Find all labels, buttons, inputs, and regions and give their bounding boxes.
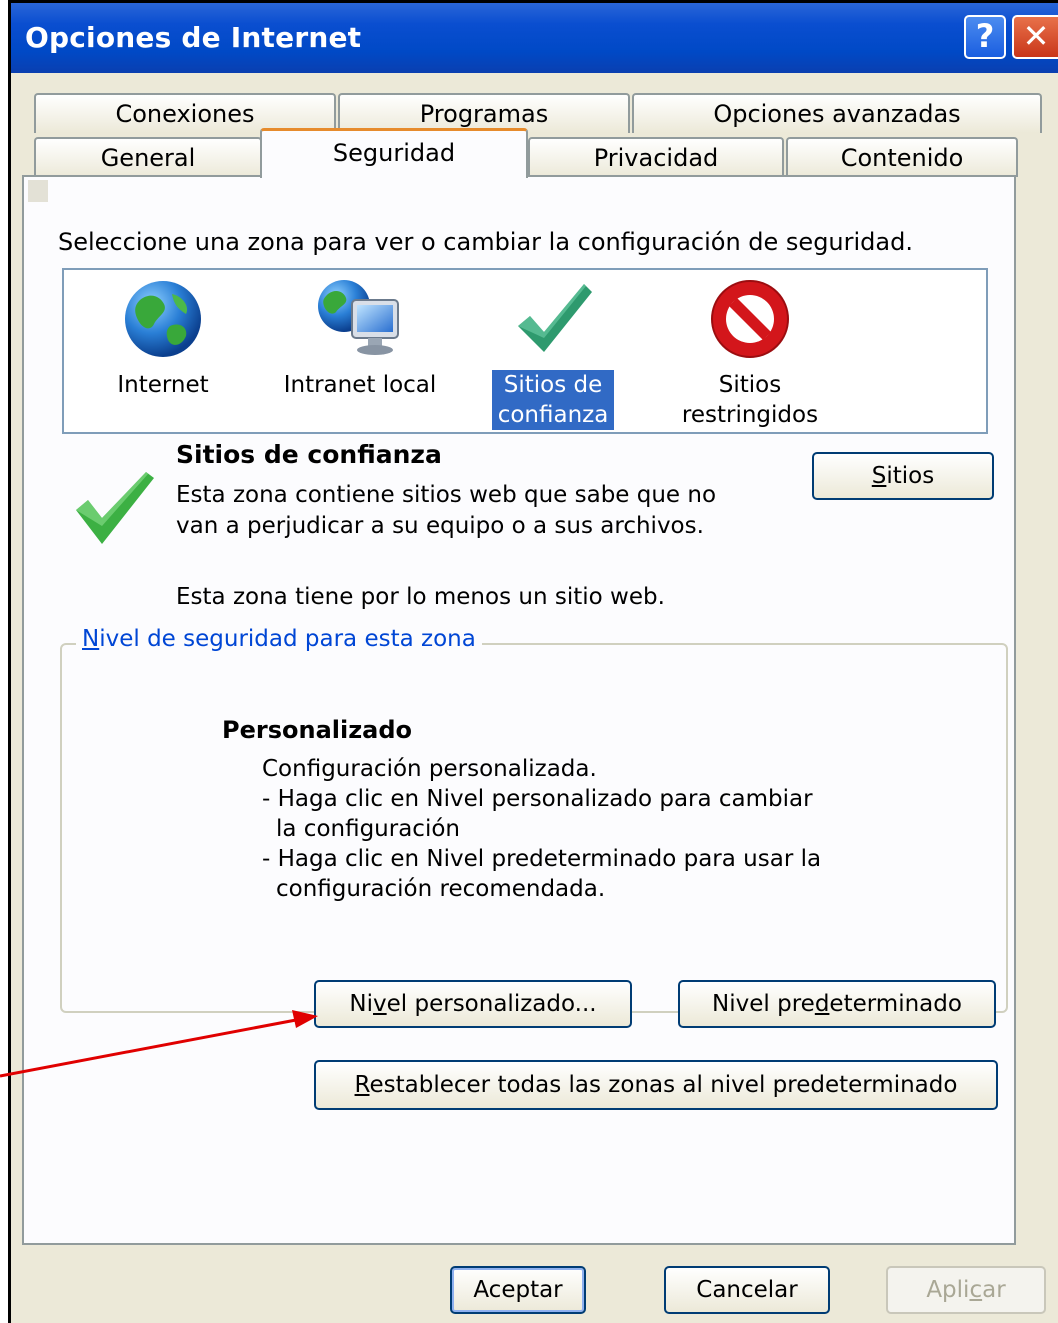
zone-intranet-local[interactable]: Intranet local <box>270 276 450 400</box>
security-level-legend: Nivel de seguridad para esta zona <box>76 626 482 652</box>
zone-restricted-label-line1: Sitios <box>718 372 782 398</box>
reset-text-post: establecer todas las zonas al nivel pred… <box>369 1072 958 1098</box>
reset-all-zones-button[interactable]: Restablecer todas las zonas al nivel pre… <box>314 1060 998 1110</box>
sites-button-text-post: itios <box>886 463 935 489</box>
security-level-title: Personalizado <box>222 716 413 744</box>
help-icon: ? <box>975 17 995 55</box>
tab-seguridad[interactable]: Seguridad <box>260 128 528 178</box>
zone-trusted-label: Sitios de confianza <box>491 370 615 430</box>
tab-general[interactable]: General <box>34 137 262 177</box>
zone-trusted-label-line2: confianza <box>497 402 609 428</box>
selected-zone-site-count: Esta zona tiene por lo menos un sitio we… <box>176 584 665 610</box>
default-level-accel: d <box>814 991 830 1017</box>
zone-instruction: Seleccione una zona para ver o cambiar l… <box>58 228 913 256</box>
custom-level-accel: v <box>373 991 387 1017</box>
level-description-line: configuración recomendada. <box>276 876 606 902</box>
apply-accel: c <box>969 1277 983 1303</box>
focus-indicator <box>28 180 48 202</box>
ok-button[interactable]: Aceptar <box>450 1266 586 1314</box>
zone-internet[interactable]: Internet <box>98 276 228 400</box>
level-description-line: - Haga clic en Nivel predeterminado para… <box>262 846 822 872</box>
tab-opciones-avanzadas[interactable]: Opciones avanzadas <box>632 93 1042 133</box>
tab-conexiones[interactable]: Conexiones <box>34 93 336 133</box>
tab-privacidad[interactable]: Privacidad <box>528 137 784 177</box>
close-icon: ✕ <box>1022 17 1050 55</box>
security-level-group <box>60 643 1008 1013</box>
trusted-zone-check-icon <box>76 472 154 544</box>
apply-text-post: ar <box>982 1277 1006 1303</box>
level-description-line: - Haga clic en Nivel personalizado para … <box>262 786 813 812</box>
level-description-line: la configuración <box>276 816 460 842</box>
zone-intranet-label: Intranet local <box>283 372 437 398</box>
custom-level-text-pre: Ni <box>349 991 374 1017</box>
zone-sitios-restringidos[interactable]: Sitios restringidos <box>670 276 830 430</box>
selected-zone-title: Sitios de confianza <box>176 440 442 469</box>
window-title: Opciones de Internet <box>25 21 362 54</box>
apply-button[interactable]: Aplicar <box>886 1266 1046 1314</box>
sites-button-accel: S <box>871 463 887 489</box>
default-level-text-pre: Nivel pre <box>712 991 815 1017</box>
apply-text-pre: Apli <box>926 1277 970 1303</box>
intranet-globe-monitor-icon <box>318 280 399 355</box>
zone-internet-label: Internet <box>117 372 209 398</box>
cancel-button[interactable]: Cancelar <box>664 1266 830 1314</box>
zone-sitios-de-confianza[interactable]: Sitios de confianza <box>484 276 622 430</box>
globe-icon <box>125 281 201 357</box>
close-button[interactable]: ✕ <box>1012 15 1058 59</box>
title-bar[interactable]: Opciones de Internet ? ✕ <box>11 3 1058 73</box>
zone-restricted-label-line2: restringidos <box>681 402 819 428</box>
default-level-text-post: eterminado <box>829 991 962 1017</box>
help-button[interactable]: ? <box>964 15 1006 59</box>
restricted-stop-icon <box>711 280 789 358</box>
sites-button[interactable]: Sitios <box>812 452 994 500</box>
custom-level-text-post: el personalizado... <box>386 991 597 1017</box>
selected-zone-description-line2: van a perjudicar a su equipo o a sus arc… <box>176 513 704 539</box>
level-description-line: Configuración personalizada. <box>262 756 597 782</box>
selected-zone-description-line1: Esta zona contiene sitios web que sabe q… <box>176 482 717 508</box>
default-level-button[interactable]: Nivel predeterminado <box>678 980 996 1028</box>
trusted-checkmark-icon <box>518 284 592 352</box>
zone-trusted-label-line1: Sitios de <box>503 372 603 398</box>
zone-list[interactable]: Internet Intranet local Sitios de confia… <box>62 268 988 434</box>
custom-level-button[interactable]: Nivel personalizado... <box>314 980 632 1028</box>
reset-accel: R <box>354 1072 370 1098</box>
legend-accel: N <box>82 626 100 652</box>
tab-contenido[interactable]: Contenido <box>786 137 1018 177</box>
tab-programas[interactable]: Programas <box>338 93 630 133</box>
legend-text-post: ivel de seguridad para esta zona <box>99 626 476 652</box>
